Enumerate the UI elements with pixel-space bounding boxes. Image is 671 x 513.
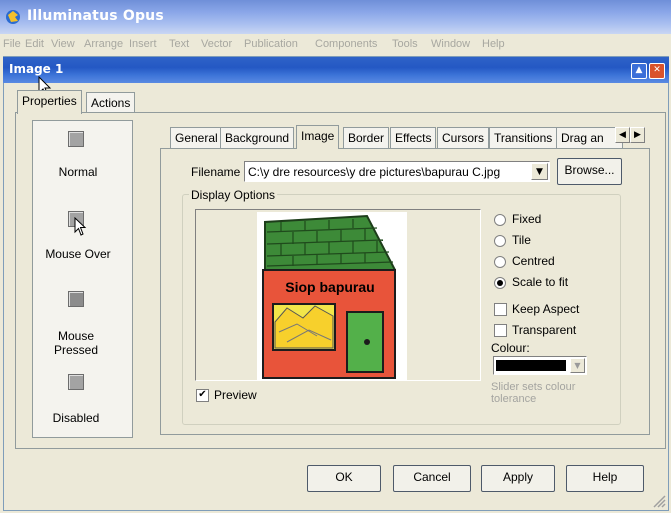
- menu-vector[interactable]: Vector: [201, 38, 232, 50]
- colour-label: Colour:: [491, 341, 530, 355]
- tab-background[interactable]: Background: [220, 127, 295, 149]
- state-mouse-over-label[interactable]: Mouse Over: [38, 247, 118, 261]
- menu-file[interactable]: File: [3, 38, 21, 50]
- display-options-label: Display Options: [189, 188, 278, 202]
- radio-tile[interactable]: [494, 235, 506, 247]
- tab-general[interactable]: General: [170, 127, 223, 149]
- app-logo-icon: [6, 10, 20, 24]
- preview-checkbox[interactable]: ✔: [196, 389, 209, 402]
- filename-label: Filename: [191, 165, 241, 179]
- mouse-pressed-state-swatch[interactable]: [68, 291, 84, 307]
- menu-publication[interactable]: Publication: [244, 38, 298, 50]
- tab-scroll-right-icon[interactable]: ▶: [630, 127, 645, 143]
- radio-scale-to-fit[interactable]: [494, 277, 506, 289]
- tab-actions[interactable]: Actions: [86, 92, 136, 114]
- menu-bar: File Edit View Arrange Insert Text Vecto…: [0, 34, 671, 56]
- tab-image[interactable]: Image: [296, 125, 340, 149]
- radio-fixed[interactable]: [494, 214, 506, 226]
- keep-aspect-label[interactable]: Keep Aspect: [512, 302, 579, 316]
- colour-dropdown-icon[interactable]: ▼: [570, 358, 585, 373]
- dialog-title-bar[interactable]: Image 1 ▲ ✕: [3, 57, 669, 83]
- app-title: Illuminatus Opus: [27, 8, 164, 24]
- app-title-bar: Illuminatus Opus: [0, 0, 671, 34]
- shop-sign-text: Siop bapurau: [285, 279, 374, 295]
- cancel-button[interactable]: Cancel: [393, 465, 471, 492]
- disabled-state-swatch[interactable]: [68, 374, 84, 390]
- radio-scale-to-fit-label[interactable]: Scale to fit: [512, 275, 568, 289]
- apply-button[interactable]: Apply: [481, 465, 555, 492]
- dialog-title: Image 1: [9, 62, 64, 76]
- menu-components[interactable]: Components: [315, 38, 377, 50]
- tab-cursors[interactable]: Cursors: [437, 127, 490, 149]
- resize-grip-icon[interactable]: [652, 494, 666, 508]
- normal-state-swatch[interactable]: [68, 131, 84, 147]
- tab-drag-and-drop[interactable]: Drag an: [556, 127, 623, 149]
- cursor-arrow-icon: [74, 217, 87, 236]
- radio-centred-label[interactable]: Centred: [512, 254, 555, 268]
- menu-view[interactable]: View: [51, 38, 75, 50]
- tab-properties[interactable]: Properties: [17, 90, 82, 114]
- radio-tile-label[interactable]: Tile: [512, 233, 531, 247]
- minimize-icon[interactable]: ▲: [631, 63, 647, 79]
- tab-effects[interactable]: Effects: [390, 127, 437, 149]
- close-icon[interactable]: ✕: [649, 63, 665, 79]
- menu-tools[interactable]: Tools: [392, 38, 418, 50]
- menu-insert[interactable]: Insert: [129, 38, 157, 50]
- menu-help[interactable]: Help: [482, 38, 505, 50]
- keep-aspect-checkbox[interactable]: [494, 303, 507, 316]
- state-disabled-label[interactable]: Disabled: [40, 411, 112, 425]
- transparent-label[interactable]: Transparent: [512, 323, 576, 337]
- radio-centred[interactable]: [494, 256, 506, 268]
- transparent-checkbox[interactable]: [494, 324, 507, 337]
- slider-hint-text: Slider sets colour tolerance: [491, 381, 576, 405]
- menu-arrange[interactable]: Arrange: [84, 38, 123, 50]
- menu-edit[interactable]: Edit: [25, 38, 44, 50]
- filename-value: C:\y dre resources\y dre pictures\bapura…: [248, 165, 501, 179]
- help-button[interactable]: Help: [566, 465, 644, 492]
- menu-text[interactable]: Text: [169, 38, 189, 50]
- tab-border[interactable]: Border: [343, 127, 390, 149]
- tab-scroll-left-icon[interactable]: ◀: [615, 127, 630, 143]
- shop-preview-image: Siop bapurau: [257, 212, 407, 380]
- ok-button[interactable]: OK: [307, 465, 381, 492]
- colour-picker[interactable]: ▼: [493, 356, 587, 375]
- filename-combobox[interactable]: C:\y dre resources\y dre pictures\bapura…: [244, 161, 550, 182]
- state-mouse-pressed-label[interactable]: Mouse Pressed: [46, 329, 106, 357]
- browse-button[interactable]: Browse...: [557, 158, 622, 185]
- chevron-down-icon[interactable]: ▼: [531, 163, 548, 180]
- state-normal-label[interactable]: Normal: [40, 165, 116, 179]
- colour-swatch: [496, 360, 566, 371]
- tab-transitions[interactable]: Transitions: [489, 127, 558, 149]
- menu-window[interactable]: Window: [431, 38, 470, 50]
- radio-fixed-label[interactable]: Fixed: [512, 212, 541, 226]
- preview-label: Preview: [214, 388, 257, 402]
